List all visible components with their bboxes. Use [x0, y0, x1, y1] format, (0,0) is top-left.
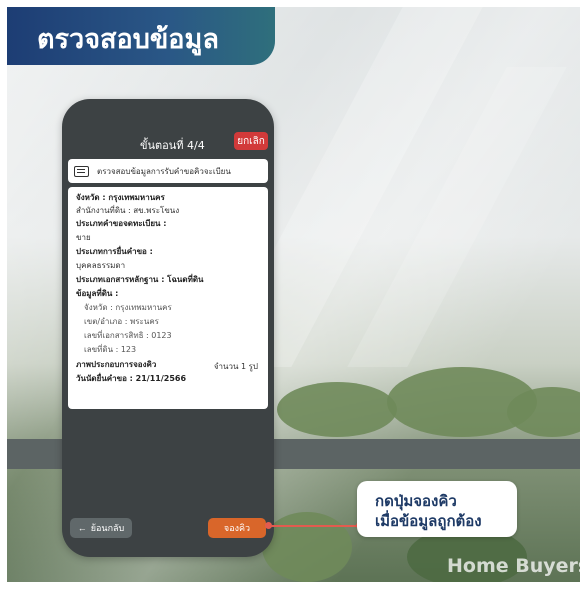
- watermark-logo: Home Buyers: [447, 555, 580, 577]
- info-card: จังหวัด : กรุงเทพมหานคร สำนักงานที่ดิน :…: [68, 187, 268, 409]
- back-button[interactable]: ← ย้อนกลับ: [70, 518, 132, 538]
- document-icon: [74, 165, 89, 177]
- land-info-label: ข้อมูลที่ดิน :: [76, 289, 119, 298]
- applicant-type-value: บุคคลธรรมดา: [76, 261, 126, 270]
- background-tree: [277, 382, 397, 437]
- background-frame: ตรวจสอบข้อมูล ขั้นตอนที่ 4/4 ยกเลิก ตรวจ…: [7, 7, 580, 582]
- reg-type-label: ประเภทคำขอจดทะเบียน :: [76, 219, 167, 228]
- book-queue-button[interactable]: จองคิว: [208, 518, 266, 538]
- office-text: สำนักงานที่ดิน : สข.พระโขนง: [76, 206, 180, 215]
- title-banner: ตรวจสอบข้อมูล: [7, 7, 275, 65]
- row-province: จังหวัด : กรุงเทพมหานคร: [76, 193, 165, 203]
- back-button-label: ย้อนกลับ: [90, 523, 125, 533]
- reg-type-value: ขาย: [76, 233, 91, 242]
- page-title: ตรวจสอบข้อมูล: [37, 24, 219, 55]
- land-province: จังหวัด : กรุงเทพมหานคร: [84, 303, 172, 312]
- section-header-text: ตรวจสอบข้อมูลการรับคำขอคิวจะเบียน: [97, 166, 231, 176]
- callout-dot: [265, 522, 272, 529]
- callout-box: กดปุ่มจองคิว เมื่อข้อมูลถูกต้อง: [357, 481, 517, 537]
- land-number: เลขที่ดิน : 123: [84, 345, 137, 354]
- callout-connector: [269, 525, 365, 527]
- callout-line-2: เมื่อข้อมูลถูกต้อง: [375, 512, 482, 530]
- step-indicator: ขั้นตอนที่ 4/4: [140, 139, 205, 152]
- arrow-left-icon: ←: [77, 523, 87, 533]
- doc-number: เลขที่เอกสารสิทธิ : 0123: [84, 331, 172, 340]
- section-header: ตรวจสอบข้อมูลการรับคำขอคิวจะเบียน: [68, 159, 268, 183]
- land-district: เขต/อำเภอ : พระนคร: [84, 317, 159, 326]
- row-office: สำนักงานที่ดิน : สข.พระโขนง: [76, 206, 179, 216]
- doc-type: ประเภทเอกสารหลักฐาน : โฉนดที่ดิน: [76, 275, 204, 284]
- photos-count: จำนวน 1 รูป: [213, 362, 258, 371]
- cancel-button[interactable]: ยกเลิก: [234, 132, 268, 150]
- province-text: จังหวัด : กรุงเทพมหานคร: [76, 193, 165, 202]
- applicant-type-label: ประเภทการยื่นคำขอ :: [76, 247, 153, 256]
- appointment-date: วันนัดยื่นคำขอ : 21/11/2566: [76, 374, 187, 383]
- phone-mockup: ขั้นตอนที่ 4/4 ยกเลิก ตรวจสอบข้อมูลการรั…: [62, 99, 274, 557]
- background-tree: [262, 512, 352, 582]
- photos-label: ภาพประกอบการจองคิว: [76, 360, 157, 369]
